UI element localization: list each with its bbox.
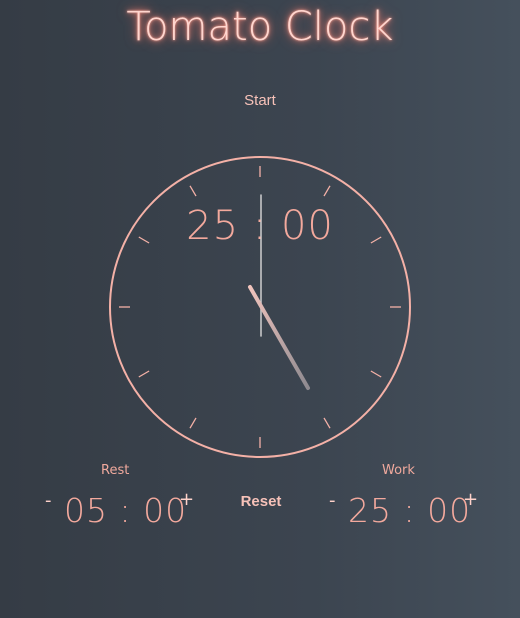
- clock-tick: [370, 236, 382, 244]
- work-label: Work: [382, 463, 415, 478]
- reset-button[interactable]: Reset: [230, 493, 292, 510]
- rest-duration-value: 05 : 00: [64, 491, 188, 530]
- rest-decrement-button[interactable]: -: [45, 492, 52, 510]
- clock-tick: [323, 417, 331, 429]
- rest-increment-button[interactable]: +: [179, 491, 194, 509]
- work-increment-button[interactable]: +: [463, 491, 478, 509]
- clock-tick: [189, 185, 197, 197]
- work-decrement-button[interactable]: -: [329, 492, 336, 510]
- clock-tick: [189, 417, 197, 429]
- clock-tick: [370, 370, 382, 378]
- clock-tick: [138, 370, 150, 378]
- hour-hand: [248, 285, 310, 390]
- clock-tick: [323, 185, 331, 197]
- clock-time-display: 25 : 00: [186, 203, 334, 249]
- clock-tick: [138, 236, 150, 244]
- work-duration-value: 25 : 00: [348, 491, 472, 530]
- rest-label: Rest: [101, 463, 130, 478]
